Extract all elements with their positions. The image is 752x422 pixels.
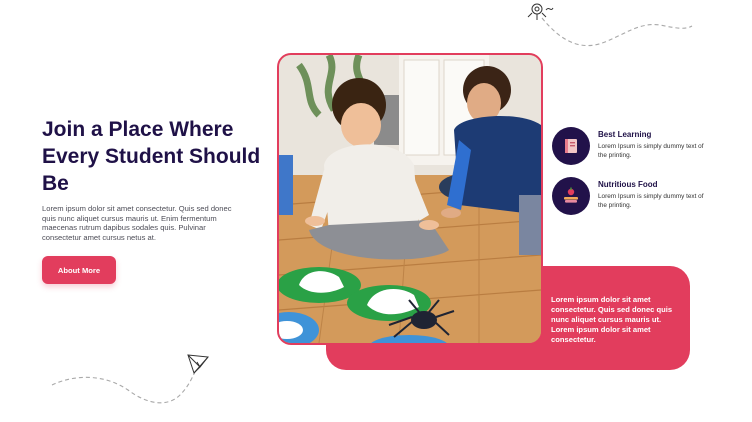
hero-description: Lorem ipsum dolor sit amet consectetur. … xyxy=(42,204,232,243)
feature-description: Lorem Ipsum is simply dummy text of the … xyxy=(598,143,704,159)
book-icon xyxy=(552,127,590,165)
paper-plane-icon xyxy=(187,354,209,374)
top-dashed-path xyxy=(527,3,693,47)
feature-description: Lorem Ipsum is simply dummy text of the … xyxy=(598,193,704,209)
pink-card-text: Lorem ipsum dolor sit amet consectetur. … xyxy=(551,295,673,344)
feature-best-learning: Best Learning Lorem Ipsum is simply dumm… xyxy=(552,127,703,167)
food-icon xyxy=(552,177,590,215)
hero-title: Join a Place Where Every Student Should … xyxy=(42,118,261,195)
bottom-dashed-path xyxy=(51,354,209,404)
feature-title: Nutritious Food xyxy=(598,180,658,189)
feature-nutritious-food: Nutritious Food Lorem Ipsum is simply du… xyxy=(552,177,703,217)
feature-title: Best Learning xyxy=(598,130,652,139)
kite-icon xyxy=(527,3,554,20)
about-more-button[interactable]: About More xyxy=(42,256,116,284)
hero-photo xyxy=(277,53,543,345)
